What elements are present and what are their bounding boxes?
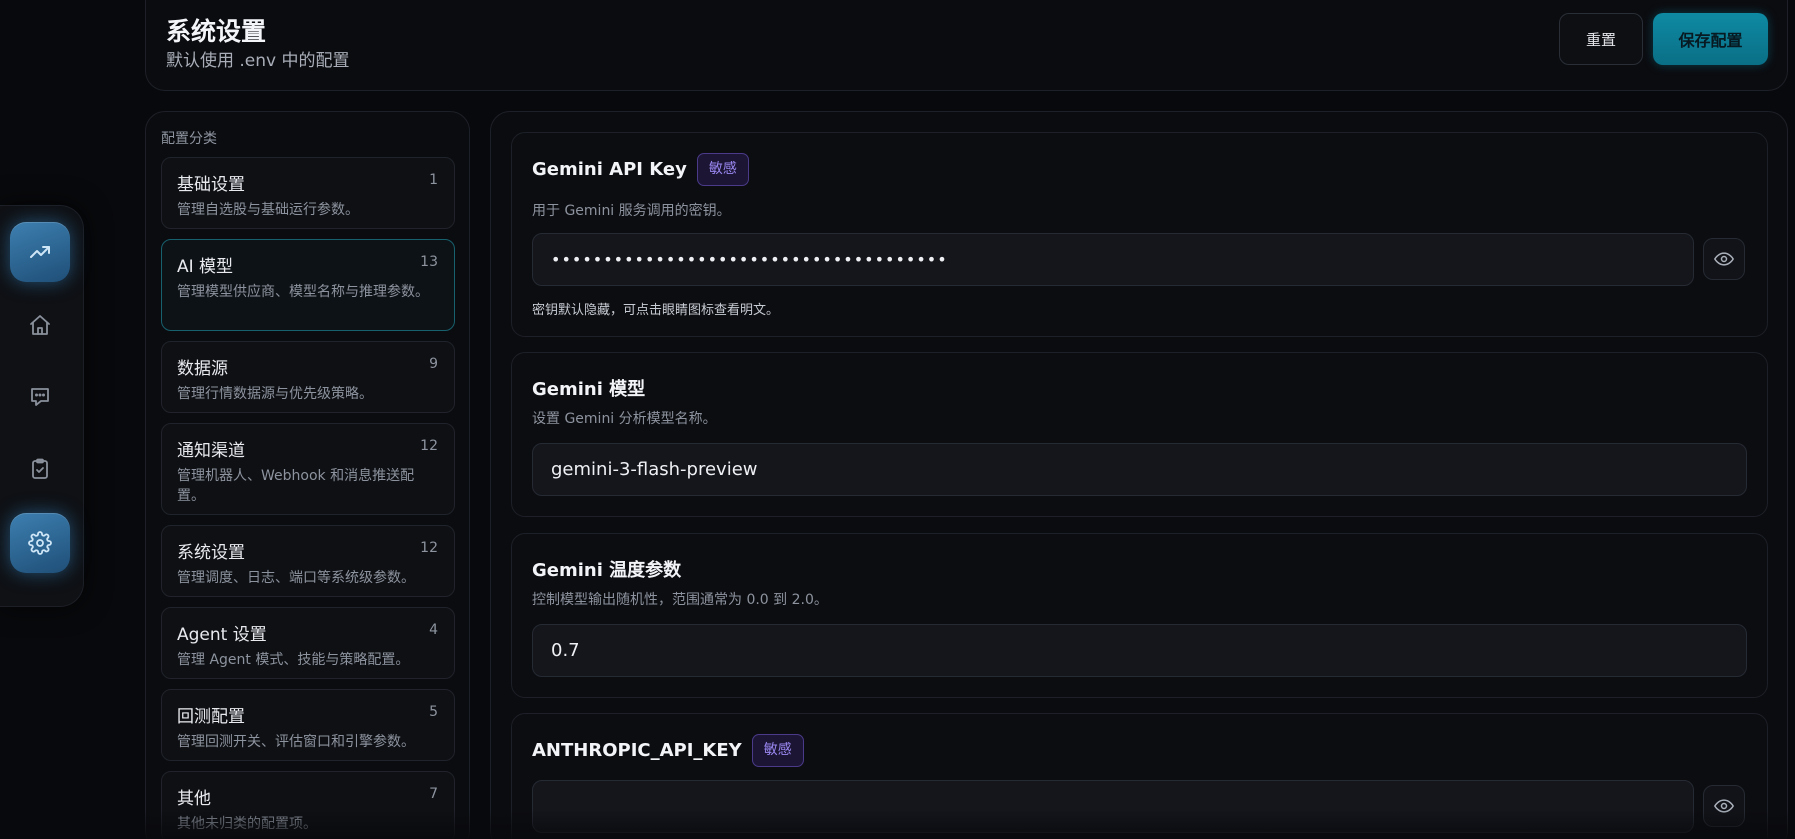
page-header: 系统设置 默认使用 .env 中的配置 重置 保存配置 (145, 0, 1788, 91)
eye-icon (1714, 252, 1734, 266)
setting-title-text: Gemini API Key (532, 159, 687, 180)
page-subtitle: 默认使用 .env 中的配置 (166, 51, 350, 71)
clipboard-check-icon (32, 458, 48, 479)
category-desc: 管理自选股与基础运行参数。 (177, 202, 359, 218)
nav-chat[interactable] (10, 367, 70, 427)
category-count: 13 (420, 254, 438, 270)
category-panel: 配置分类 基础设置 1 管理自选股与基础运行参数。 AI 模型 13 管理模型供… (145, 111, 470, 839)
category-count: 7 (429, 786, 438, 802)
category-name: 回测配置 (177, 707, 245, 727)
sensitive-badge: 敏感 (751, 734, 804, 767)
category-item-data-source[interactable]: 数据源 9 管理行情数据源与优先级策略。 (161, 341, 455, 413)
category-heading: 配置分类 (161, 131, 217, 147)
setting-desc: 控制模型输出随机性，范围通常为 0.0 到 2.0。 (532, 592, 828, 608)
setting-desc: 用于 Gemini 服务调用的密钥。 (532, 203, 731, 219)
toggle-visibility-button[interactable] (1703, 785, 1745, 827)
category-count: 4 (429, 622, 438, 638)
nav-tasks[interactable] (10, 439, 70, 499)
category-name: 系统设置 (177, 543, 245, 563)
nav-settings[interactable] (10, 513, 70, 573)
setting-gemini-api-key: Gemini API Key 敏感 用于 Gemini 服务调用的密钥。 •••… (511, 132, 1768, 337)
toggle-visibility-button[interactable] (1703, 238, 1745, 280)
category-count: 9 (429, 356, 438, 372)
setting-hint: 密钥默认隐藏，可点击眼睛图标查看明文。 (532, 303, 780, 318)
category-desc: 管理回测开关、评估窗口和引擎参数。 (177, 734, 415, 750)
category-name: Agent 设置 (177, 625, 267, 645)
gear-icon (28, 531, 52, 555)
setting-gemini-model: Gemini 模型 设置 Gemini 分析模型名称。 gemini-3-fla… (511, 352, 1768, 517)
anthropic-api-key-input[interactable] (532, 780, 1694, 833)
category-item-backtest[interactable]: 回测配置 5 管理回测开关、评估窗口和引擎参数。 (161, 689, 455, 761)
home-icon (30, 315, 50, 335)
category-item-notification[interactable]: 通知渠道 12 管理机器人、Webhook 和消息推送配置。 (161, 423, 455, 515)
category-name: 通知渠道 (177, 441, 245, 461)
side-nav (0, 205, 84, 607)
category-desc: 其他未归类的配置项。 (177, 816, 317, 832)
category-count: 12 (420, 438, 438, 454)
setting-title: Gemini 模型 (532, 375, 645, 401)
trending-up-icon (30, 246, 50, 258)
gemini-model-input[interactable]: gemini-3-flash-preview (532, 443, 1747, 496)
category-name: AI 模型 (177, 257, 234, 277)
setting-title: ANTHROPIC_API_KEY 敏感 (532, 734, 804, 767)
category-desc: 管理行情数据源与优先级策略。 (177, 386, 373, 402)
category-desc: 管理机器人、Webhook 和消息推送配置。 (177, 468, 415, 504)
reset-button[interactable]: 重置 (1559, 13, 1643, 65)
category-desc: 管理调度、日志、端口等系统级参数。 (177, 570, 415, 586)
category-count: 12 (420, 540, 438, 556)
category-item-basic[interactable]: 基础设置 1 管理自选股与基础运行参数。 (161, 157, 455, 229)
setting-gemini-temperature: Gemini 温度参数 控制模型输出随机性，范围通常为 0.0 到 2.0。 0… (511, 533, 1768, 698)
setting-title: Gemini API Key 敏感 (532, 153, 749, 186)
chat-icon (31, 388, 49, 406)
category-desc: 管理 Agent 模式、技能与策略配置。 (177, 652, 410, 668)
category-name: 其他 (177, 789, 211, 809)
gemini-temperature-input[interactable]: 0.7 (532, 624, 1747, 677)
category-item-system[interactable]: 系统设置 12 管理调度、日志、端口等系统级参数。 (161, 525, 455, 597)
category-item-ai-model[interactable]: AI 模型 13 管理模型供应商、模型名称与推理参数。 (161, 239, 455, 331)
setting-title: Gemini 温度参数 (532, 556, 681, 582)
setting-anthropic-api-key: ANTHROPIC_API_KEY 敏感 (511, 713, 1768, 839)
category-item-agent[interactable]: Agent 设置 4 管理 Agent 模式、技能与策略配置。 (161, 607, 455, 679)
eye-icon (1714, 799, 1734, 813)
setting-desc: 设置 Gemini 分析模型名称。 (532, 411, 717, 427)
category-count: 5 (429, 704, 438, 720)
gemini-api-key-input[interactable]: •••••••••••••••••••••••••••••••••••••• (532, 233, 1694, 286)
sensitive-badge: 敏感 (696, 153, 749, 186)
page-title: 系统设置 (166, 17, 267, 46)
category-name: 数据源 (177, 359, 228, 379)
setting-title-text: Gemini 模型 (532, 379, 646, 400)
category-desc: 管理模型供应商、模型名称与推理参数。 (177, 284, 429, 300)
category-count: 1 (429, 172, 438, 188)
save-config-button[interactable]: 保存配置 (1653, 13, 1768, 65)
settings-panel: Gemini API Key 敏感 用于 Gemini 服务调用的密钥。 •••… (490, 111, 1788, 839)
nav-trending[interactable] (10, 222, 70, 282)
category-name: 基础设置 (177, 175, 245, 195)
nav-home[interactable] (10, 295, 70, 355)
category-item-other[interactable]: 其他 7 其他未归类的配置项。 (161, 771, 455, 839)
setting-title-text: ANTHROPIC_API_KEY (532, 740, 742, 761)
setting-title-text: Gemini 温度参数 (532, 560, 682, 581)
